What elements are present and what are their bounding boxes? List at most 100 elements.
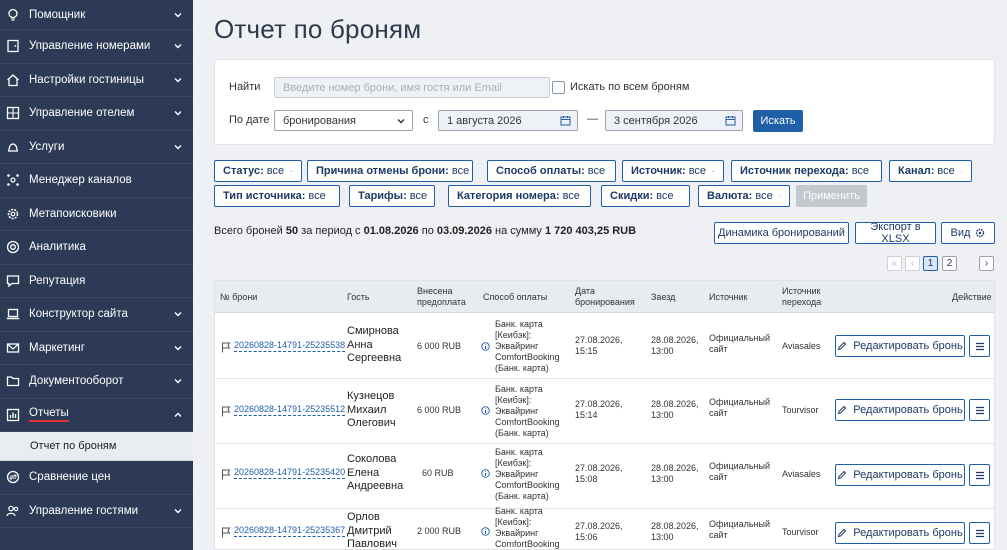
filter-channel[interactable]: Канал: все bbox=[889, 160, 972, 182]
sidebar-item-documents[interactable]: Документооборот bbox=[0, 365, 193, 399]
sidebar-item-site-builder[interactable]: Конструктор сайта bbox=[0, 298, 193, 332]
sidebar-item-reputation[interactable]: Репутация bbox=[0, 265, 193, 298]
info-icon[interactable] bbox=[481, 342, 490, 351]
booking-number-link[interactable]: 20260828-14791-25235538 bbox=[234, 340, 346, 352]
booking-date: 27.08.2026, 15:08 bbox=[575, 463, 623, 484]
pagination-page-1[interactable]: 1 bbox=[923, 256, 938, 271]
row-menu-button[interactable] bbox=[969, 522, 990, 544]
door-icon bbox=[7, 40, 19, 53]
users-icon bbox=[6, 505, 19, 516]
sidebar-item-metasearch[interactable]: Метапоисковики bbox=[0, 198, 193, 231]
row-menu-button[interactable] bbox=[969, 399, 990, 421]
flag-icon[interactable] bbox=[221, 406, 231, 417]
column-header-payment: Способ оплаты bbox=[483, 292, 548, 302]
filter-source-type[interactable]: Тип источника: все bbox=[214, 185, 340, 207]
sidebar-item-label: Управление гостями bbox=[29, 504, 139, 517]
summary-period-text: за период с bbox=[301, 225, 361, 237]
sidebar-item-guest-management[interactable]: Управление гостями bbox=[0, 495, 193, 528]
search-input[interactable]: Введите номер брони, имя гостя или Email bbox=[274, 77, 550, 98]
filter-value: все bbox=[688, 165, 707, 177]
sidebar-item-hotel-settings[interactable]: Настройки гостиницы bbox=[0, 64, 193, 97]
sidebar-item-reports[interactable]: Отчеты bbox=[0, 398, 193, 432]
sidebar-item-services[interactable]: Услуги bbox=[0, 131, 193, 164]
sidebar-item-label: Метапоисковики bbox=[29, 207, 117, 220]
filter-rates[interactable]: Тарифы: все bbox=[349, 185, 435, 207]
info-icon[interactable] bbox=[481, 469, 490, 478]
filter-cancel-reason[interactable]: Причина отмены брони: все bbox=[307, 160, 473, 182]
booking-date: 27.08.2026, 15:06 bbox=[575, 521, 623, 542]
booking-number-link[interactable]: 20260828-14791-25235367 bbox=[234, 525, 346, 537]
chevron-down-icon bbox=[679, 195, 681, 197]
pagination-page-2[interactable]: 2 bbox=[942, 256, 957, 271]
date-to-value: 3 сентября 2026 bbox=[614, 114, 698, 127]
info-icon[interactable] bbox=[481, 406, 490, 415]
view-button-label: Вид bbox=[950, 227, 971, 239]
sidebar-item-marketing[interactable]: Маркетинг bbox=[0, 332, 193, 365]
filter-room-category[interactable]: Категория номера: все bbox=[448, 185, 591, 207]
filter-source[interactable]: Источник: все bbox=[622, 160, 724, 182]
sidebar-item-channel-manager[interactable]: Менеджер каналов bbox=[0, 164, 193, 198]
flag-icon[interactable] bbox=[221, 527, 231, 538]
hamburger-icon bbox=[975, 342, 984, 350]
pagination-prev[interactable]: ‹ bbox=[905, 256, 920, 271]
filter-value: все bbox=[308, 190, 326, 202]
filter-payment-method[interactable]: Способ оплаты: все bbox=[487, 160, 616, 182]
sidebar-item-rooms[interactable]: Управление номерами bbox=[0, 30, 193, 64]
table-row: 20260828-14791-25235420 Соколова Елена Анд… bbox=[215, 444, 994, 509]
pagination-next[interactable]: › bbox=[979, 256, 994, 271]
filter-name: Категория номера: bbox=[457, 190, 560, 202]
search-button[interactable]: Искать bbox=[753, 110, 803, 132]
sidebar-item-analytics[interactable]: Аналитика bbox=[0, 231, 193, 265]
table-row: 20260828-14791-25235512 Кузнецов Михаил Ол… bbox=[215, 379, 994, 444]
apply-filters-button[interactable]: Применить bbox=[796, 185, 867, 207]
hamburger-icon bbox=[975, 406, 984, 414]
prepaid-amount: 6 000 RUB bbox=[417, 341, 462, 351]
filter-value: все bbox=[266, 165, 285, 177]
sidebar-item-label: Маркетинг bbox=[29, 341, 85, 354]
lightbulb-icon bbox=[8, 8, 18, 21]
flag-icon[interactable] bbox=[221, 342, 231, 353]
pagination-first[interactable]: « bbox=[887, 256, 902, 271]
date-from-input[interactable]: 1 августа 2026 bbox=[438, 110, 578, 131]
sidebar-subitem-booking-report[interactable]: Отчет по броням bbox=[0, 432, 193, 461]
checkin-date: 28.08.2026, 13:00 bbox=[651, 463, 699, 484]
sidebar-item-label: Управление номерами bbox=[29, 40, 151, 53]
sidebar-subitem-label: Отчет по броням bbox=[30, 440, 117, 452]
compare-icon bbox=[6, 471, 20, 484]
filter-discounts[interactable]: Скидки: все bbox=[601, 185, 690, 207]
edit-booking-button[interactable]: Редактировать бронь bbox=[835, 522, 965, 544]
guest-name: Смирнова Анна Сергеевна bbox=[347, 325, 402, 364]
search-all-checkbox[interactable] bbox=[552, 81, 565, 94]
sidebar-item-hotel-management[interactable]: Управление отелем bbox=[0, 97, 193, 131]
summary-prefix: Всего броней bbox=[214, 225, 283, 237]
filter-value: все bbox=[851, 165, 870, 177]
payment-method: Банк. карта [Кеибэк]: Эквайринг ComfortBook… bbox=[495, 506, 560, 549]
date-type-select[interactable]: бронирования bbox=[274, 110, 413, 131]
info-icon[interactable] bbox=[481, 527, 490, 536]
filter-currency[interactable]: Валюта: все bbox=[698, 185, 790, 207]
filter-name: Статус: bbox=[223, 165, 264, 177]
sidebar-item-price-comparison[interactable]: Сравнение цен bbox=[0, 461, 193, 495]
sidebar-item-label: Сравнение цен bbox=[29, 471, 111, 484]
chevron-up-icon bbox=[174, 412, 182, 417]
row-menu-button[interactable] bbox=[969, 464, 990, 486]
edit-booking-button[interactable]: Редактировать бронь bbox=[835, 464, 965, 486]
column-header-booking: № брони bbox=[220, 292, 258, 302]
chevron-down-icon bbox=[174, 144, 182, 150]
edit-booking-button[interactable]: Редактировать бронь bbox=[835, 335, 965, 357]
prepaid-amount: 6 000 RUB bbox=[417, 405, 462, 415]
edit-booking-button[interactable]: Редактировать бронь bbox=[835, 399, 965, 421]
booking-dynamics-button[interactable]: Динамика бронирований bbox=[714, 222, 849, 244]
export-xlsx-button[interactable]: Экспорт в XLSX bbox=[855, 221, 936, 245]
booking-number-link[interactable]: 20260828-14791-25235512 bbox=[234, 404, 346, 416]
flag-icon[interactable] bbox=[221, 469, 231, 480]
filter-status[interactable]: Статус: все bbox=[214, 160, 302, 182]
filter-referral-source[interactable]: Источник перехода: все bbox=[731, 160, 882, 182]
booking-number-link[interactable]: 20260828-14791-25235420 bbox=[234, 467, 346, 479]
sidebar-item-assistant[interactable]: Помощник bbox=[0, 0, 193, 30]
date-to-input[interactable]: 3 сентября 2026 bbox=[605, 110, 743, 131]
view-settings-button[interactable]: Вид bbox=[941, 222, 995, 244]
hamburger-icon bbox=[975, 529, 984, 537]
payment-method: Банк. карта [Кеибэк]: Эквайринг ComfortBook… bbox=[495, 447, 560, 501]
row-menu-button[interactable] bbox=[969, 335, 990, 357]
